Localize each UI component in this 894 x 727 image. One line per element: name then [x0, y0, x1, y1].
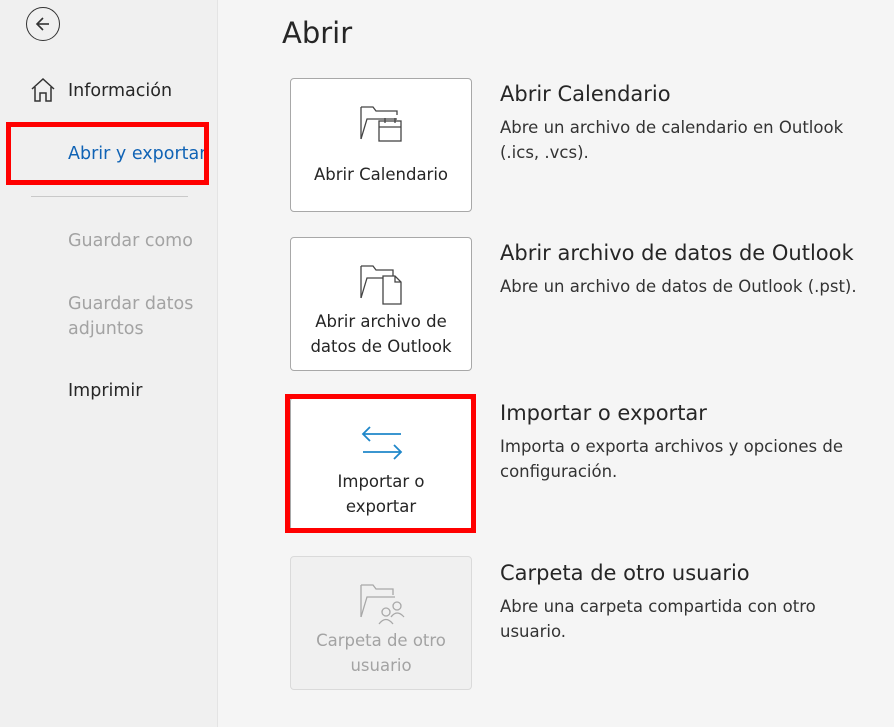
folder-file-icon: [360, 265, 402, 305]
tile-carpeta-otro-usuario: Carpeta de otro usuario: [290, 556, 472, 690]
folder-calendar-icon: [360, 106, 402, 142]
back-button[interactable]: [26, 7, 60, 41]
sidebar: Información Abrir y exportar Guardar com…: [0, 0, 218, 727]
arrows-exchange-icon: [361, 426, 403, 460]
sidebar-item-informacion[interactable]: Información: [68, 79, 172, 104]
tile-abrir-archivo-datos[interactable]: Abrir archivo de datos de Outlook: [290, 237, 472, 371]
tile-label: Carpeta de otro usuario: [316, 631, 446, 675]
option-title: Abrir archivo de datos de Outlook: [500, 241, 854, 265]
back-arrow-icon: [35, 17, 49, 31]
option-title: Carpeta de otro usuario: [500, 561, 750, 585]
option-description: Abre un archivo de datos de Outlook (.ps…: [500, 277, 857, 296]
tile-label: Abrir Calendario: [313, 165, 449, 184]
tile-label: Importar o exportar: [337, 472, 425, 516]
option-description: Importa o exporta archivos y opciones de…: [500, 437, 844, 481]
folder-users-icon: [360, 584, 405, 625]
option-title: Importar o exportar: [500, 401, 707, 425]
option-description: Abre un archivo de calendario en Outlook…: [500, 118, 844, 162]
option-description: Abre una carpeta compartida con otro usu…: [500, 597, 816, 641]
sidebar-item-guardar-datos-adjuntos: Guardar datos adjuntos: [68, 294, 194, 339]
option-title: Abrir Calendario: [500, 82, 671, 106]
sidebar-divider: [31, 196, 188, 197]
page-title: Abrir: [282, 16, 353, 50]
tile-abrir-calendario[interactable]: Abrir Calendario: [290, 78, 472, 212]
highlight-box-sidebar: [6, 122, 209, 185]
home-icon: [31, 77, 55, 102]
sidebar-item-guardar-como: Guardar como: [68, 231, 193, 251]
tile-importar-exportar[interactable]: Importar o exportar: [290, 397, 472, 531]
sidebar-item-imprimir[interactable]: Imprimir: [68, 379, 142, 404]
tile-label: Abrir archivo de datos de Outlook: [310, 312, 452, 356]
